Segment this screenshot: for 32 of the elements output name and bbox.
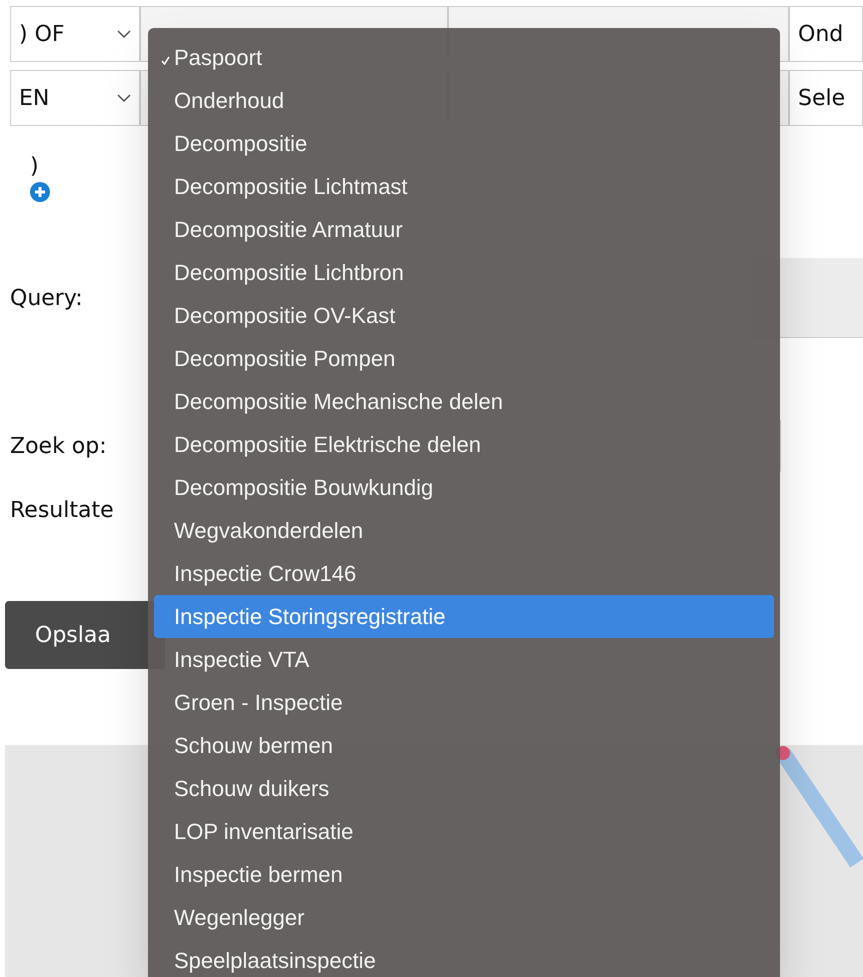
- menu-item[interactable]: Decompositie Pompen: [154, 337, 774, 380]
- menu-item[interactable]: Groen - Inspectie: [154, 681, 774, 724]
- menu-item[interactable]: Wegvakonderdelen: [154, 509, 774, 552]
- chevron-down-icon: [117, 94, 131, 102]
- menu-item[interactable]: Onderhoud: [154, 79, 774, 122]
- menu-item[interactable]: Decompositie Elektrische delen: [154, 423, 774, 466]
- menu-item[interactable]: Decompositie Armatuur: [154, 208, 774, 251]
- menu-item[interactable]: Decompositie Mechanische delen: [154, 380, 774, 423]
- menu-item[interactable]: Inspectie bermen: [154, 853, 774, 896]
- menu-item[interactable]: Decompositie Bouwkundig: [154, 466, 774, 509]
- search-label: Zoek op:: [9, 432, 107, 460]
- menu-item[interactable]: Decompositie Lichtmast: [154, 165, 774, 208]
- chevron-down-icon: [117, 30, 131, 38]
- menu-item[interactable]: Schouw bermen: [154, 724, 774, 767]
- menu-item[interactable]: Decompositie: [154, 122, 774, 165]
- menu-item[interactable]: Wegenlegger: [154, 896, 774, 939]
- select-field[interactable]: Sele: [789, 70, 863, 126]
- menu-item[interactable]: Inspectie Storingsregistratie: [154, 595, 774, 638]
- select-field[interactable]: Ond: [789, 6, 863, 62]
- menu-item[interactable]: Speelplaatsinspectie: [154, 939, 774, 977]
- query-label: Query:: [9, 284, 83, 312]
- results-label: Resultate: [9, 497, 114, 525]
- menu-item[interactable]: Decompositie OV-Kast: [154, 294, 774, 337]
- menu-item[interactable]: LOP inventarisatie: [154, 810, 774, 853]
- menu-item[interactable]: Inspectie Crow146: [154, 552, 774, 595]
- parenthesis-text: ): [30, 154, 39, 180]
- operator-select[interactable]: ) OF: [10, 6, 140, 62]
- operator-select[interactable]: EN: [10, 70, 140, 126]
- menu-item[interactable]: Decompositie Lichtbron: [154, 251, 774, 294]
- menu-item[interactable]: Schouw duikers: [154, 767, 774, 810]
- add-icon[interactable]: [30, 182, 50, 202]
- menu-item[interactable]: Paspoort: [154, 36, 774, 79]
